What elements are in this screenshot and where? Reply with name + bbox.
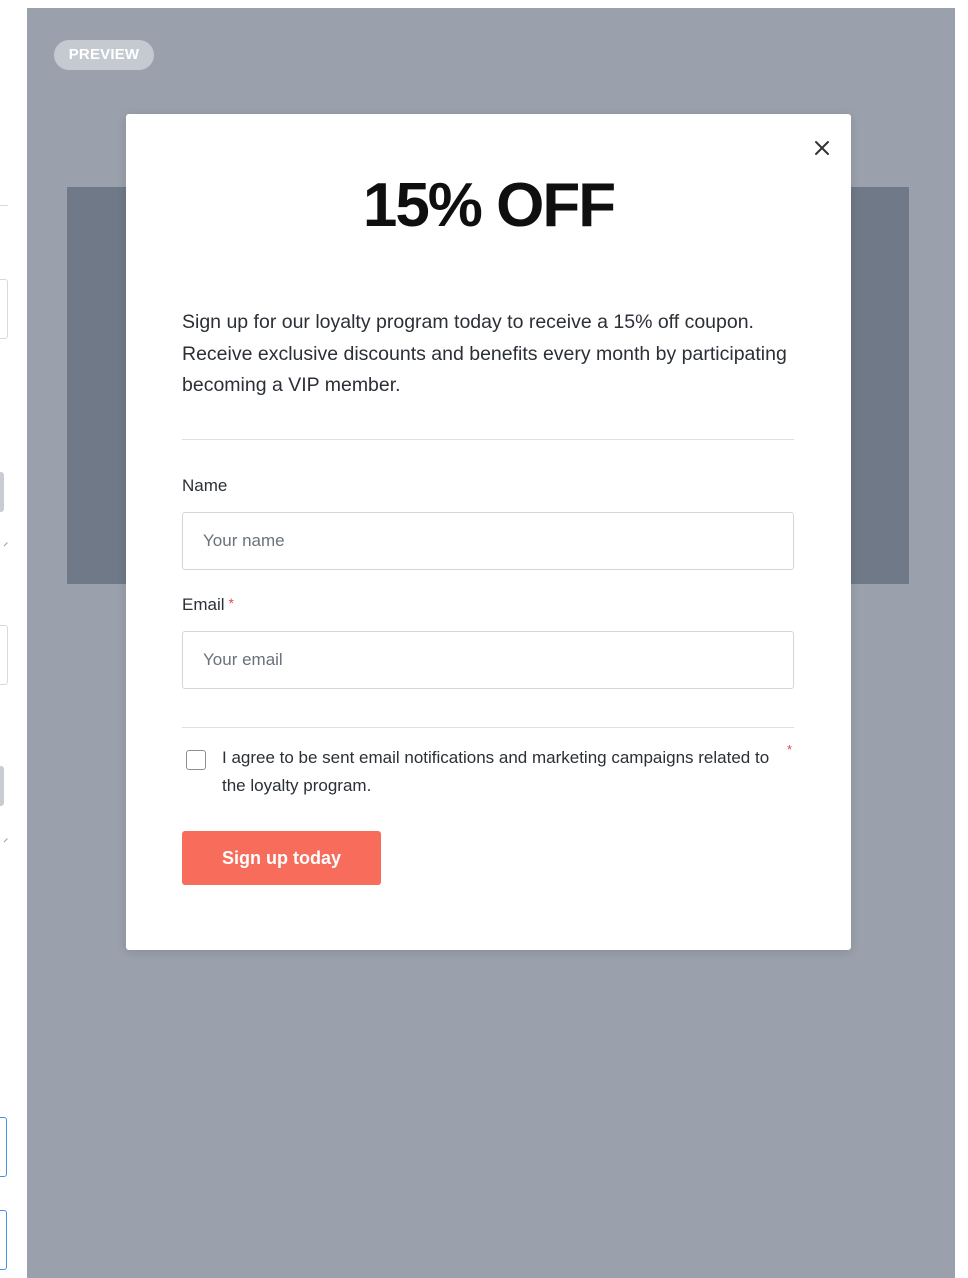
sign-up-button[interactable]: Sign up today [182, 831, 381, 885]
signup-popup: 15% OFF Sign up for our loyalty program … [126, 114, 851, 950]
editor-control[interactable] [0, 766, 4, 806]
editor-panel-edge [0, 0, 27, 1278]
email-label: Email * [182, 595, 234, 615]
popup-title: 15% OFF [362, 171, 616, 240]
preview-badge: PREVIEW [54, 40, 154, 70]
name-input[interactable] [182, 512, 794, 570]
resize-handle-icon[interactable] [0, 834, 8, 843]
consent-text: I agree to be sent email notifications a… [222, 748, 770, 795]
page: PREVIEW 15% OFF Sign up for our loyalty … [0, 0, 968, 1278]
divider [182, 727, 794, 728]
editor-control[interactable] [0, 472, 4, 512]
editor-field-focused[interactable] [0, 1117, 7, 1177]
close-icon [815, 141, 829, 155]
popup-description: Sign up for our loyalty program today to… [182, 311, 787, 396]
preview-canvas: PREVIEW 15% OFF Sign up for our loyalty … [27, 8, 955, 1278]
name-label: Name [182, 476, 228, 495]
consent-required-mark: * [787, 742, 793, 757]
close-button[interactable] [810, 136, 834, 160]
email-label-text: Email [182, 595, 225, 614]
editor-field[interactable] [0, 625, 8, 685]
resize-handle-icon[interactable] [0, 538, 8, 547]
divider [182, 439, 794, 440]
required-mark: * [228, 595, 234, 611]
editor-divider [0, 205, 8, 206]
editor-field[interactable] [0, 279, 8, 339]
consent-checkbox[interactable] [186, 750, 206, 770]
editor-field-focused[interactable] [0, 1210, 7, 1270]
email-input[interactable] [182, 631, 794, 689]
